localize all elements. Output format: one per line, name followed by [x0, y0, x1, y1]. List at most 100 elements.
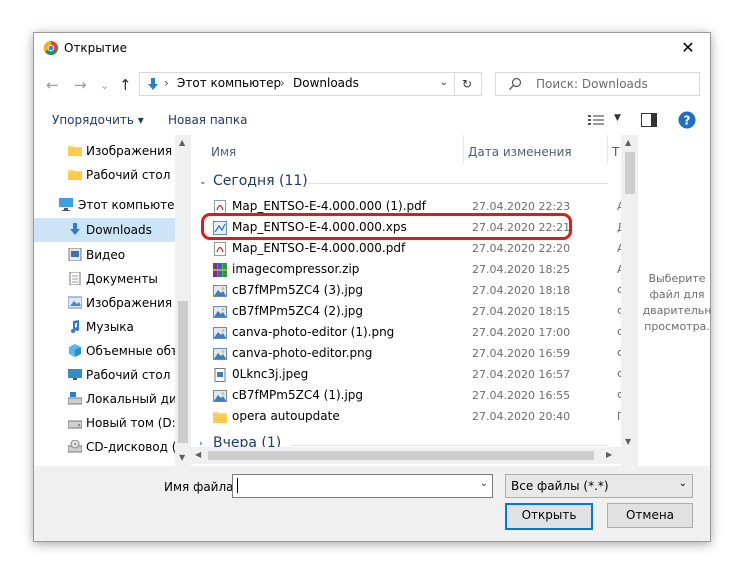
sidebar-item-pictures[interactable]: Изображения: [34, 291, 175, 315]
file-date: 27.04.2020 18:15: [472, 305, 571, 318]
help-icon[interactable]: ?: [678, 111, 696, 129]
sidebar-item-downloads[interactable]: Downloads: [34, 218, 175, 242]
image-icon: [213, 305, 227, 319]
up-button[interactable]: ↑: [119, 76, 132, 94]
filename-input[interactable]: ⌄: [232, 474, 493, 498]
scroll-down-arrow-icon[interactable]: ▼: [179, 453, 185, 462]
image-icon: [213, 326, 227, 340]
file-date: 27.04.2020 16:55: [472, 389, 571, 402]
scrollbar-thumb[interactable]: [208, 451, 594, 460]
file-date: 27.04.2020 18:25: [472, 263, 571, 276]
file-row[interactable]: 0Lknc3j.jpeg27.04.2020 16:57Ф: [191, 364, 621, 385]
scroll-down-arrow-icon[interactable]: ▼: [625, 437, 631, 446]
pictures-icon: [68, 296, 82, 309]
image-icon: [213, 347, 227, 361]
file-date: 27.04.2020 17:00: [472, 326, 571, 339]
group-header-today[interactable]: Сегодня (11): [213, 173, 308, 189]
file-name: cB7fMPm5ZC4 (1).jpg: [232, 388, 364, 402]
file-date: 27.04.2020 16:59: [472, 347, 571, 360]
sidebar-item-cd-drive[interactable]: CD-дисковод (F: [34, 435, 175, 459]
address-bar[interactable]: › Этот компьютер › Downloads ⌄: [139, 72, 455, 96]
sidebar-item-pictures-quick[interactable]: Изображения: [34, 139, 175, 163]
file-row[interactable]: cB7fMPm5ZC4 (3).jpg27.04.2020 18:18Ф: [191, 280, 621, 301]
file-row[interactable]: opera autoupdate27.04.2020 20:40П: [191, 406, 621, 427]
column-header-type[interactable]: Т: [612, 145, 619, 159]
breadcrumb-separator: ›: [164, 76, 169, 90]
file-name: 0Lknc3j.jpeg: [232, 367, 309, 381]
navigation-pane: Изображения Рабочий стол Этот компьютер …: [34, 135, 175, 466]
refresh-button[interactable]: ↻: [453, 72, 482, 96]
breadcrumb-this-pc[interactable]: Этот компьютер: [177, 76, 281, 90]
address-dropdown-icon[interactable]: ⌄: [440, 77, 448, 88]
scrollbar-thumb[interactable]: [625, 152, 635, 194]
navigation-scrollbar[interactable]: ▲ ▼: [175, 135, 191, 466]
scroll-left-arrow-icon[interactable]: ◀: [195, 450, 201, 459]
sidebar-item-this-pc[interactable]: Этот компьютер: [34, 193, 175, 217]
filename-dropdown-icon[interactable]: ⌄: [480, 478, 488, 489]
group-collapse-icon[interactable]: ⌄: [199, 177, 207, 187]
file-name: Map_ENTSO-E-4.000.000 (1).pdf: [232, 199, 427, 213]
search-box[interactable]: Поиск: Downloads: [495, 72, 700, 96]
horizontal-scrollbar[interactable]: ◀ ▶: [191, 447, 621, 464]
search-placeholder: Поиск: Downloads: [536, 77, 648, 91]
file-date: 27.04.2020 22:23: [472, 200, 571, 213]
file-date: 27.04.2020 22:20: [472, 242, 571, 255]
file-name: opera autoupdate: [232, 409, 340, 423]
search-icon: [509, 77, 522, 90]
file-row[interactable]: cB7fMPm5ZC4 (2).jpg27.04.2020 18:15Ф: [191, 301, 621, 322]
filetype-select[interactable]: Все файлы (*.*) ⌄: [505, 474, 693, 498]
desktop-icon: [68, 369, 82, 380]
back-button[interactable]: ←: [46, 76, 59, 94]
column-header-date[interactable]: Дата изменения: [468, 145, 572, 159]
sidebar-item-music[interactable]: Музыка: [34, 315, 175, 339]
filetype-dropdown-icon: ⌄: [678, 478, 687, 489]
view-dropdown-icon[interactable]: ▼: [614, 113, 621, 123]
text-caret: [237, 478, 238, 493]
scrollbar-thumb[interactable]: [178, 301, 188, 443]
documents-icon: [69, 272, 81, 285]
folder-icon: [68, 146, 82, 156]
scroll-right-arrow-icon[interactable]: ▶: [606, 450, 612, 459]
history-dropdown-icon[interactable]: ⌄: [100, 79, 109, 92]
pdf-icon: [213, 200, 227, 214]
preview-pane-icon[interactable]: [641, 113, 657, 127]
folder-icon: [213, 410, 227, 424]
breadcrumb-downloads[interactable]: Downloads: [293, 76, 359, 90]
sidebar-item-new-volume[interactable]: Новый том (D:): [34, 411, 175, 435]
file-list: Имя Дата изменения ⌃ Т ⌄ Сегодня (11) Ma…: [191, 135, 621, 466]
computer-icon: [59, 198, 73, 211]
file-row[interactable]: canva-photo-editor (1).png 27.04.2020 17:…: [191, 322, 621, 343]
new-folder-button[interactable]: Новая папка: [168, 113, 247, 127]
open-button[interactable]: Открыть: [505, 503, 593, 530]
organize-button[interactable]: Упорядочить ▾: [52, 113, 144, 127]
cd-drive-icon: [68, 440, 82, 453]
preview-pane: Выберите файл для дварительн просмотра.: [638, 135, 712, 466]
download-icon: [70, 223, 80, 235]
file-row[interactable]: imagecompressor.zip 27.04.2020 18:25 A: [191, 259, 621, 280]
file-list-scrollbar[interactable]: ▲ ▼: [621, 135, 638, 466]
forward-button[interactable]: →: [74, 76, 87, 94]
file-name: imagecompressor.zip: [232, 262, 360, 276]
close-button[interactable]: ✕: [666, 33, 710, 63]
sidebar-item-documents[interactable]: Документы: [34, 267, 175, 291]
image-icon: [213, 284, 227, 298]
sidebar-item-local-disk[interactable]: Локальный дис: [34, 387, 175, 411]
scroll-up-arrow-icon[interactable]: ▲: [179, 138, 185, 147]
title-bar: Открытие ✕: [34, 33, 710, 63]
music-icon: [71, 320, 79, 333]
sidebar-item-desktop[interactable]: Рабочий стол: [34, 363, 175, 387]
file-row[interactable]: canva-photo-editor.png27.04.2020 16:59Ф: [191, 343, 621, 364]
download-arrow-icon: [148, 78, 158, 90]
file-row[interactable]: Map_ENTSO-E-4.000.000.pdf 27.04.2020 22:2…: [191, 238, 621, 259]
column-header-name[interactable]: Имя: [211, 145, 236, 159]
sidebar-item-desktop-quick[interactable]: Рабочий стол: [34, 163, 175, 187]
view-options-icon[interactable]: [588, 114, 604, 127]
file-name: cB7fMPm5ZC4 (3).jpg: [232, 283, 364, 297]
file-row[interactable]: cB7fMPm5ZC4 (1).jpg27.04.2020 16:55Ф: [191, 385, 621, 406]
folder-icon: [68, 170, 82, 180]
sidebar-item-3d-objects[interactable]: Объемные объ: [34, 339, 175, 363]
cancel-button[interactable]: Отмена: [607, 503, 693, 528]
sidebar-item-video[interactable]: Видео: [34, 243, 175, 267]
scroll-up-arrow-icon[interactable]: ▲: [625, 138, 631, 147]
jpeg-icon: [213, 368, 227, 382]
